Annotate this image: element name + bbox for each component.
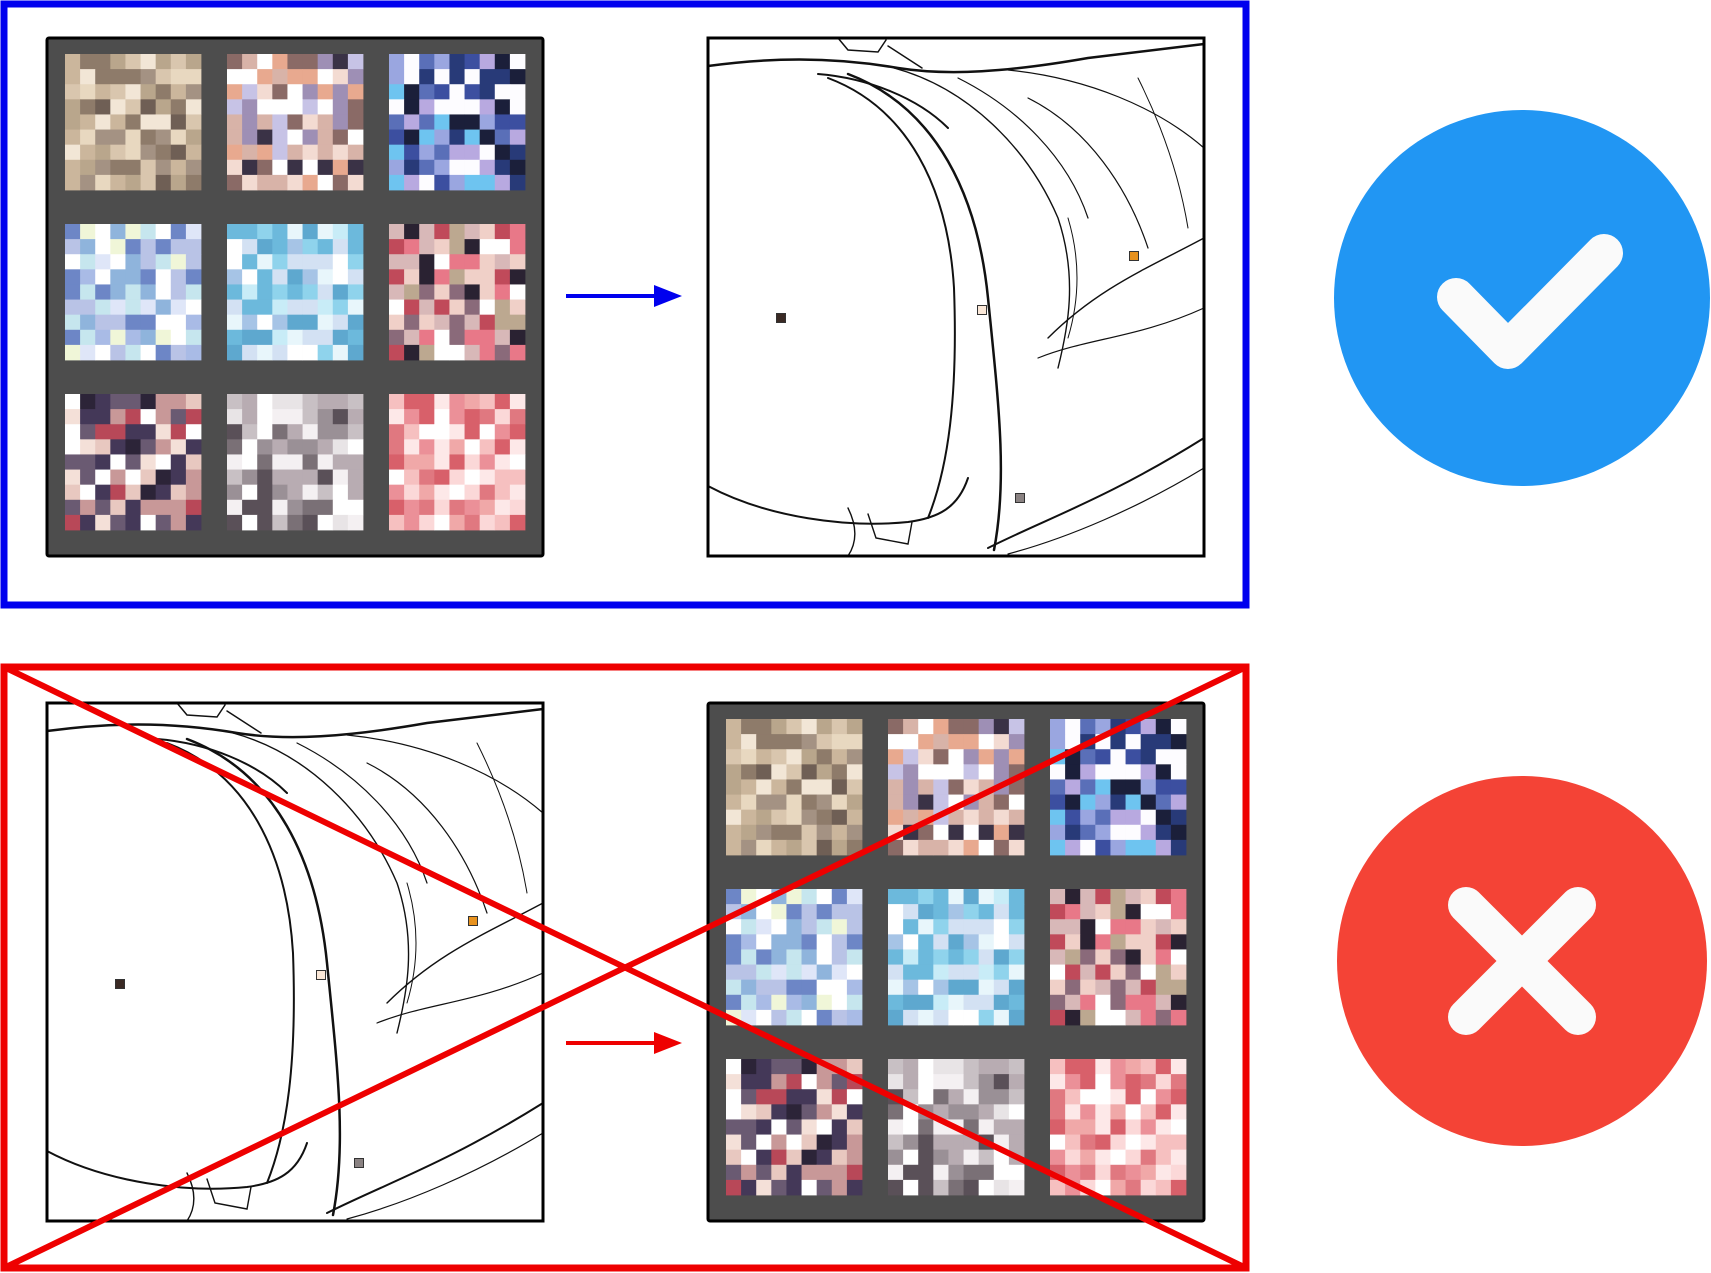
sample-point-marker [468,916,478,926]
palette-grid-correct [45,36,545,558]
figure-stage [0,0,1711,1273]
color-palette-tile [227,224,364,361]
wrong-panel [0,663,1707,1272]
arrow-right-icon [566,285,682,307]
color-palette-tile [65,394,202,531]
color-palette-tile [389,54,526,191]
sample-point-marker [115,979,125,989]
sample-point-marker [977,305,987,315]
color-palette-tile [1050,889,1187,1026]
color-palette-tile [1050,1059,1187,1196]
correct-panel [0,0,1710,609]
color-palette-tile [888,889,1025,1026]
color-palette-tile [726,1059,863,1196]
arrow-right-icon [566,1032,682,1054]
palette-grid-wrong [706,701,1206,1223]
sample-point-marker [316,970,326,980]
color-palette-tile [389,394,526,531]
sample-point-marker [1129,251,1139,261]
color-palette-tile [227,54,364,191]
color-palette-tile [227,394,364,531]
color-palette-tile [726,719,863,856]
correct-badge [1334,110,1710,486]
comparison-figure [0,0,1710,1272]
color-palette-tile [389,224,526,361]
color-palette-tile [65,224,202,361]
line-art-wrong [45,701,545,1223]
sample-point-marker [776,313,786,323]
sample-point-marker [1015,493,1025,503]
line-art-correct [706,36,1206,558]
color-palette-tile [1050,719,1187,856]
check-circle [1334,110,1710,486]
sample-point-marker [354,1158,364,1168]
wrong-badge [1337,776,1707,1146]
color-palette-tile [65,54,202,191]
